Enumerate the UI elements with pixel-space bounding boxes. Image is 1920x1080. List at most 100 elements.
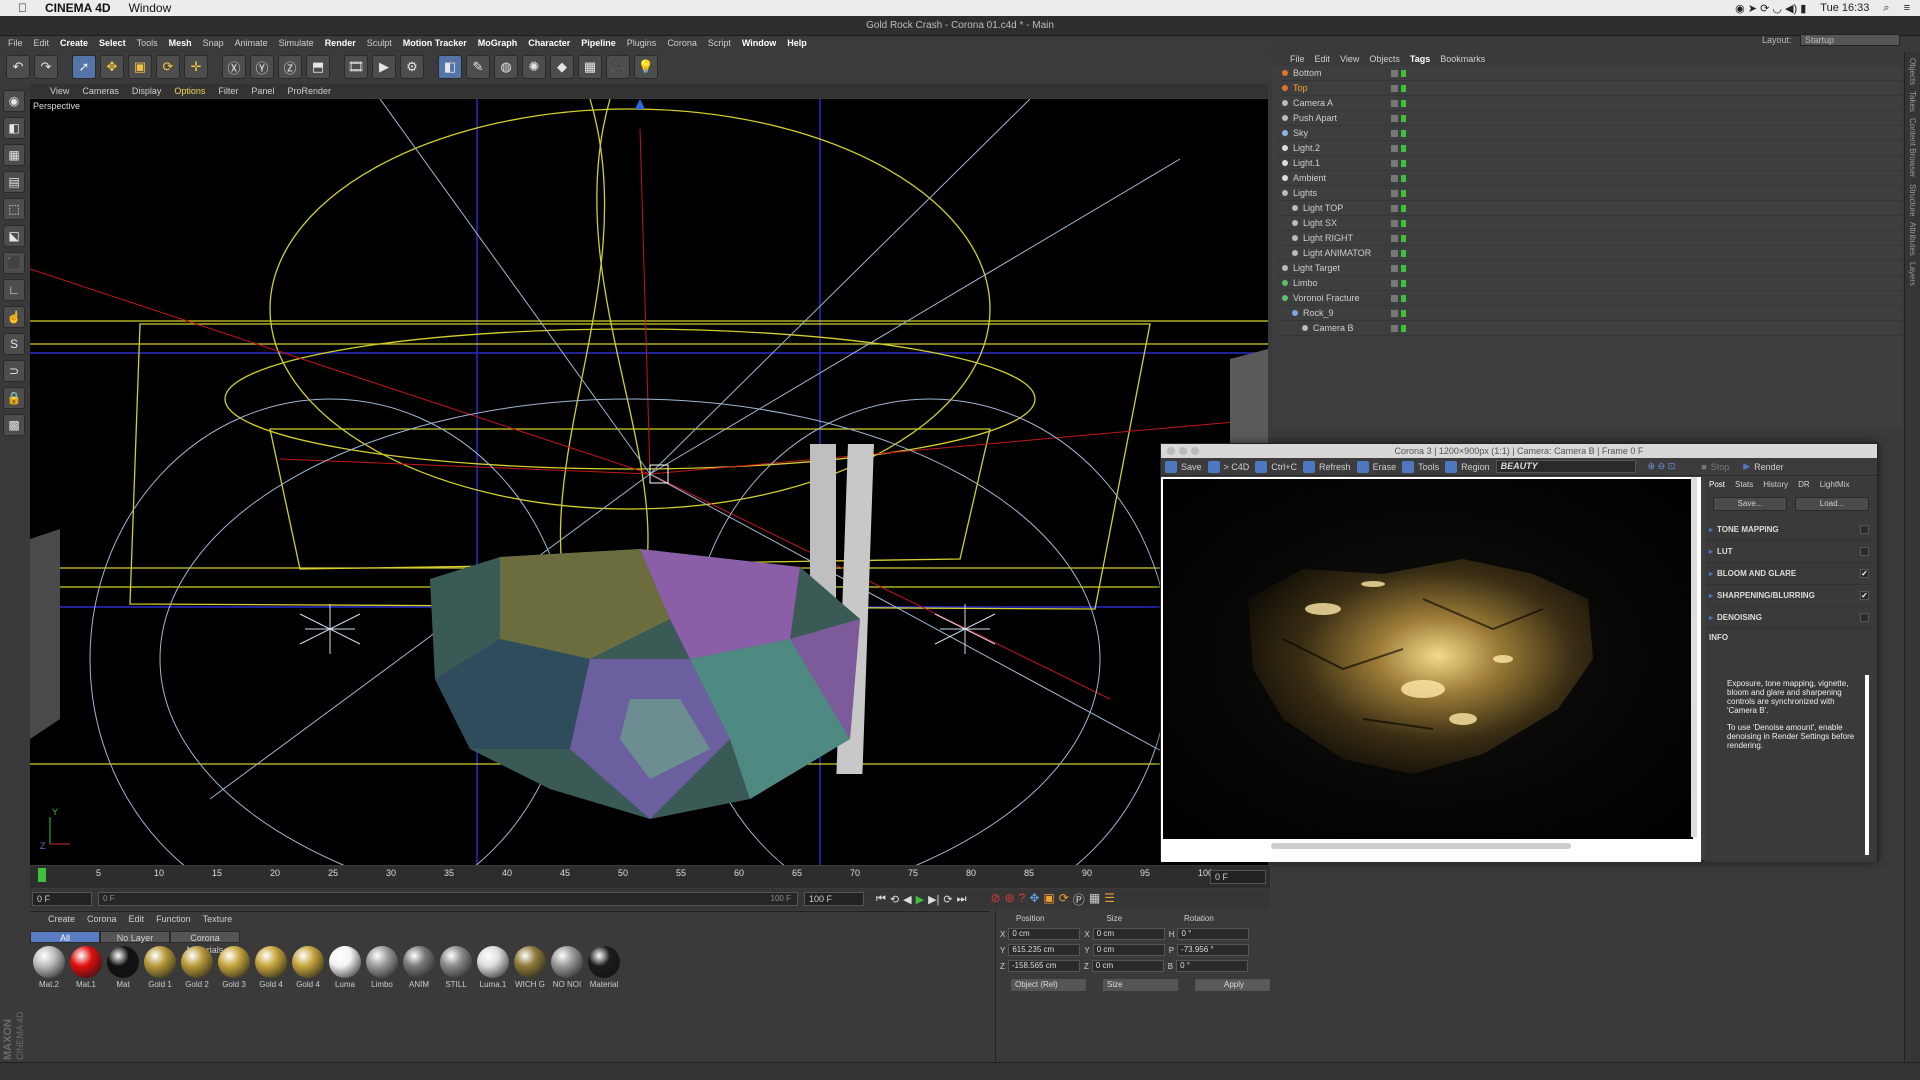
material-swatch[interactable]: Luma xyxy=(328,946,362,989)
vfb-refresh-button[interactable]: Refresh xyxy=(1303,460,1351,473)
coordinate-field-rot[interactable]: 0 ° xyxy=(1176,960,1249,972)
material-swatch[interactable]: Gold 3 xyxy=(217,946,251,989)
viewport-menu-cameras[interactable]: Cameras xyxy=(82,86,119,96)
render-pass-select[interactable]: BEAUTY xyxy=(1495,460,1636,473)
material-swatch[interactable]: Gold 4 xyxy=(254,946,288,989)
next-frame-icon[interactable]: ▶| xyxy=(928,893,939,906)
object-row[interactable]: Sky xyxy=(1278,126,1902,141)
coordinate-field-pos[interactable]: 0 cm xyxy=(1008,928,1081,940)
main-menu-edit[interactable]: Edit xyxy=(34,38,50,48)
main-menu-simulate[interactable]: Simulate xyxy=(279,38,314,48)
tweak-mode-icon[interactable]: ☝ xyxy=(3,306,25,328)
visibility-flags[interactable] xyxy=(1391,219,1421,227)
render-image-area[interactable] xyxy=(1161,477,1701,862)
object-row[interactable]: Limbo xyxy=(1278,276,1902,291)
material-menu-create[interactable]: Create xyxy=(48,914,75,924)
vfb-tab-history[interactable]: History xyxy=(1763,480,1788,489)
main-menu-file[interactable]: File xyxy=(8,38,23,48)
vfb-copy-button[interactable]: Ctrl+C xyxy=(1255,460,1297,473)
light-icon[interactable]: 💡 xyxy=(634,55,658,79)
model-mode-icon[interactable]: ◧ xyxy=(3,117,25,139)
render-picture-viewer-icon[interactable]: ▶ xyxy=(372,55,396,79)
vfb-tools-button[interactable]: Tools xyxy=(1402,460,1439,473)
close-icon[interactable] xyxy=(1167,447,1175,455)
keyframe-selection-icon[interactable]: ? xyxy=(1019,891,1026,908)
vfb-section-checkbox[interactable] xyxy=(1860,547,1869,556)
prev-frame-icon[interactable]: ◀ xyxy=(903,893,911,906)
object-menu-view[interactable]: View xyxy=(1340,54,1359,64)
material-swatch[interactable]: NO NOI xyxy=(550,946,584,989)
object-row[interactable]: Bottom xyxy=(1278,66,1902,81)
material-swatch[interactable]: Mat.1 xyxy=(69,946,103,989)
object-row[interactable]: Light.1 xyxy=(1278,156,1902,171)
minimize-icon[interactable] xyxy=(1179,447,1187,455)
record-icon[interactable]: ⊘ xyxy=(991,891,1001,908)
material-tab-all[interactable]: All xyxy=(30,931,100,943)
material-swatch[interactable]: Mat xyxy=(106,946,140,989)
vfb-section-checkbox[interactable]: ✓ xyxy=(1860,591,1869,600)
zoom-icons[interactable]: ⊕ ⊖ ⊡ xyxy=(1648,461,1676,472)
coordinate-field-pos[interactable]: 615.235 cm xyxy=(1008,944,1081,956)
main-menu-tools[interactable]: Tools xyxy=(137,38,158,48)
vfb-tab-dr[interactable]: DR xyxy=(1798,480,1810,489)
viewport-menu-panel[interactable]: Panel xyxy=(251,86,274,96)
pla-key-icon[interactable]: ▦ xyxy=(1089,891,1100,908)
material-swatch[interactable]: Mat.2 xyxy=(32,946,66,989)
current-frame-field[interactable]: 0 F xyxy=(1210,870,1266,884)
floor-icon[interactable]: ▦ xyxy=(578,55,602,79)
side-tab-takes[interactable]: Takes xyxy=(1908,91,1917,112)
visibility-flags[interactable] xyxy=(1391,69,1421,77)
coordinate-system-icon[interactable]: ⬒ xyxy=(306,55,330,79)
redo-icon[interactable]: ↷ xyxy=(34,55,58,79)
visibility-flags[interactable] xyxy=(1391,174,1421,182)
zoom-icon[interactable] xyxy=(1191,447,1199,455)
object-menu-objects[interactable]: Objects xyxy=(1369,54,1400,64)
object-row[interactable]: Rock_9 xyxy=(1278,306,1902,321)
z-axis-icon[interactable]: Ⓩ xyxy=(278,55,302,79)
apple-icon[interactable]:  xyxy=(18,1,27,15)
move-tool-icon[interactable]: ✥ xyxy=(100,55,124,79)
main-menu-snap[interactable]: Snap xyxy=(203,38,224,48)
deformer-icon[interactable]: ◆ xyxy=(550,55,574,79)
vfb-section[interactable]: ▸ TONE MAPPING xyxy=(1705,519,1877,541)
timeline-menu-icon[interactable]: ☰ xyxy=(1104,891,1115,908)
material-menu-edit[interactable]: Edit xyxy=(129,914,145,924)
material-tab-no-layer[interactable]: No Layer xyxy=(100,931,170,943)
rotation-key-icon[interactable]: ⟳ xyxy=(1059,891,1069,908)
search-icon[interactable]: ⌕ xyxy=(1883,2,1889,15)
playhead[interactable] xyxy=(38,868,46,882)
viewport-perspective[interactable]: Y Z xyxy=(30,99,1268,865)
visibility-flags[interactable] xyxy=(1391,129,1421,137)
x-axis-icon[interactable]: Ⓧ xyxy=(222,55,246,79)
object-row[interactable]: Light Target xyxy=(1278,261,1902,276)
object-row[interactable]: Light.2 xyxy=(1278,141,1902,156)
visibility-flags[interactable] xyxy=(1391,99,1421,107)
expand-arrow-icon[interactable]: ▸ xyxy=(1709,569,1713,578)
apply-button[interactable]: Apply xyxy=(1195,979,1270,991)
timeline[interactable]: 0510152025303540455055606570758085909510… xyxy=(30,866,1270,888)
polygons-mode-icon[interactable]: ⬛ xyxy=(3,252,25,274)
object-row[interactable]: Camera A xyxy=(1278,96,1902,111)
material-swatch[interactable]: WICH G xyxy=(513,946,547,989)
vfb-section[interactable]: ▸ LUT xyxy=(1705,541,1877,563)
main-menu-motion-tracker[interactable]: Motion Tracker xyxy=(403,38,467,48)
grid-icon[interactable]: ▩ xyxy=(3,414,25,436)
vfb-section-checkbox[interactable]: ✓ xyxy=(1860,569,1869,578)
play-icon[interactable]: ▶ xyxy=(916,893,924,906)
clock[interactable]: Tue 16:33 xyxy=(1820,2,1869,14)
workplane-icon[interactable]: ▤ xyxy=(3,171,25,193)
next-key-icon[interactable]: ⟳ xyxy=(943,893,952,906)
object-menu-tags[interactable]: Tags xyxy=(1410,54,1430,64)
vfb-render-button[interactable]: ▶ Render xyxy=(1743,461,1783,472)
vfb-tab-lightmix[interactable]: LightMix xyxy=(1820,480,1850,489)
texture-mode-icon[interactable]: ▦ xyxy=(3,144,25,166)
object-row[interactable]: Ambient xyxy=(1278,171,1902,186)
material-menu-corona[interactable]: Corona xyxy=(87,914,117,924)
vfb-erase-button[interactable]: Erase xyxy=(1356,460,1396,473)
coordinate-field-rot[interactable]: 0 ° xyxy=(1177,928,1250,940)
visibility-flags[interactable] xyxy=(1391,84,1421,92)
vfb-stop-button[interactable]: ■ Stop xyxy=(1701,462,1729,472)
material-swatch[interactable]: Gold 2 xyxy=(180,946,214,989)
main-menu-select[interactable]: Select xyxy=(99,38,126,48)
menu-list-icon[interactable]: ≡ xyxy=(1904,2,1910,14)
